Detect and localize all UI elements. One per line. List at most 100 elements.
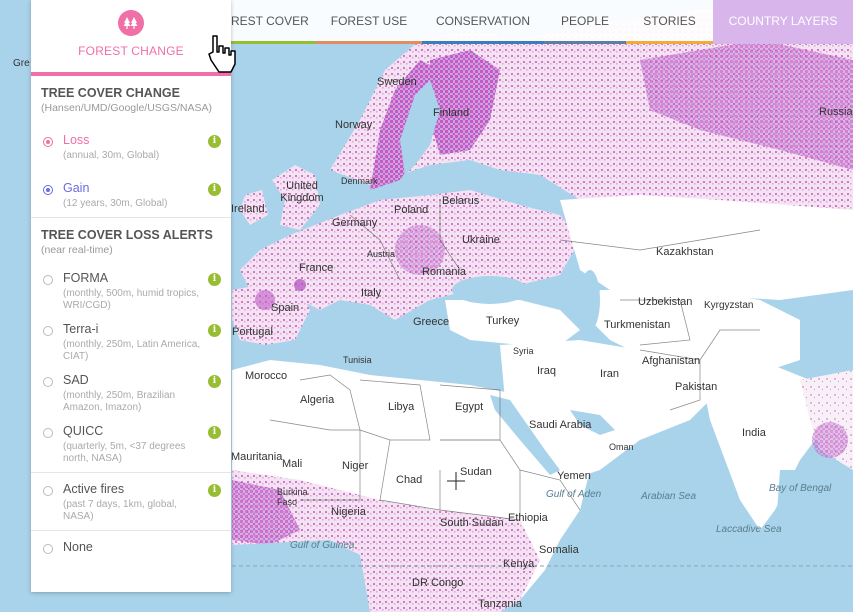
label-austria: Austria [367, 249, 396, 259]
label-poland: Poland [394, 204, 429, 216]
label-turkmenistan: Turkmenistan [604, 319, 671, 331]
tab-people[interactable]: PEOPLE [544, 0, 626, 44]
label-finland: Finland [433, 107, 470, 119]
label-gulf-of-guinea: Gulf of Guinea [290, 540, 355, 551]
label-united-kingdom: United Kingdom [280, 180, 324, 204]
info-icon[interactable]: i [208, 484, 221, 497]
label-niger: Niger [342, 460, 369, 472]
layer-terra-i[interactable]: Terra-i (monthly, 250m, Latin America, C… [31, 321, 231, 362]
radio-active-fires[interactable] [43, 486, 53, 496]
divider [31, 530, 231, 531]
label-iraq: Iraq [537, 365, 556, 377]
label-egypt: Egypt [455, 401, 484, 413]
label-italy: Italy [361, 287, 382, 299]
label-ukraine: Ukraine [462, 234, 500, 246]
layer-name-none: None [63, 540, 93, 554]
tab-stories[interactable]: STORIES [626, 0, 713, 44]
layer-name-terra-i: Terra-i [63, 322, 99, 336]
crosshair-icon [447, 472, 465, 490]
layer-desc-forma: (monthly, 500m, humid tropics, WRI/CGD) [63, 288, 199, 311]
label-morocco: Morocco [245, 370, 288, 382]
section-title-tree-cover-change: TREE COVER CHANGE [41, 86, 180, 100]
label-gulf-of-aden: Gulf of Aden [546, 489, 602, 500]
label-somalia: Somalia [539, 544, 579, 556]
label-germany: Germany [332, 217, 378, 229]
label-chad: Chad [396, 474, 423, 486]
info-icon[interactable]: i [208, 375, 221, 388]
info-icon[interactable]: i [208, 135, 221, 148]
label-oman: Oman [609, 442, 634, 452]
layer-sad[interactable]: SAD (monthly, 250m, Brazilian Amazon, Im… [31, 372, 231, 413]
label-turkey: Turkey [486, 315, 520, 327]
layer-name-gain: Gain [63, 180, 90, 195]
label-kenya: Kenya [503, 558, 535, 570]
layer-gain[interactable]: Gain (12 years, 30m, Global) i [31, 180, 231, 210]
label-ethiopia: Ethiopia [508, 512, 548, 524]
label-belarus: Belarus [442, 195, 480, 207]
top-nav: REST COVER FOREST USE CONSERVATION PEOPL… [231, 0, 853, 44]
layer-desc-quicc: (quarterly, 5m, <37 degrees north, NASA) [63, 441, 186, 464]
layer-name-sad: SAD [63, 373, 89, 387]
label-portugal: Portugal [232, 326, 273, 338]
panel-header-forest-change[interactable]: FOREST CHANGE [31, 0, 231, 76]
tab-conservation[interactable]: CONSERVATION [422, 0, 544, 44]
label-tunisia: Tunisia [343, 355, 372, 365]
label-ireland: Ireland [231, 203, 265, 215]
radio-loss[interactable] [43, 137, 53, 147]
radio-none[interactable] [43, 544, 53, 554]
layer-active-fires[interactable]: Active fires (past 7 days, 1km, global, … [31, 481, 231, 522]
layer-quicc[interactable]: QUICC (quarterly, 5m, <37 degrees north,… [31, 423, 231, 464]
info-icon[interactable]: i [208, 324, 221, 337]
section-subtitle-tree-cover-loss-alerts: (near real-time) [41, 244, 113, 256]
section-title-tree-cover-loss-alerts: TREE COVER LOSS ALERTS [41, 228, 213, 242]
hand-cursor-icon [208, 35, 236, 73]
label-pakistan: Pakistan [675, 381, 718, 393]
tab-forest-use[interactable]: FOREST USE [316, 0, 422, 44]
layer-desc-sad: (monthly, 250m, Brazilian Amazon, Imazon… [63, 390, 176, 413]
info-icon[interactable]: i [208, 182, 221, 196]
layer-name-forma: FORMA [63, 271, 109, 285]
label-mauritania: Mauritania [231, 451, 283, 463]
layer-desc-terra-i: (monthly, 250m, Latin America, CIAT) [63, 339, 201, 362]
layer-desc-gain: (12 years, 30m, Global) [63, 197, 168, 209]
label-burkina-faso: Burkina Faso [277, 487, 308, 507]
label-afghanistan: Afghanistan [642, 355, 701, 367]
label-kazakhstan: Kazakhstan [656, 246, 714, 258]
tab-country-layers[interactable]: COUNTRY LAYERS [713, 0, 853, 44]
radio-quicc[interactable] [43, 428, 53, 438]
layer-name-active-fires: Active fires [63, 482, 125, 496]
label-yemen: Yemen [557, 470, 591, 482]
label-kyrgyzstan: Kyrgyzstan [704, 300, 754, 311]
layer-desc-active-fires: (past 7 days, 1km, global, NASA) [63, 499, 177, 522]
label-south-sudan: South Sudan [440, 517, 504, 529]
trees-icon [118, 10, 144, 36]
radio-sad[interactable] [43, 377, 53, 387]
info-icon[interactable]: i [208, 426, 221, 439]
label-iran: Iran [600, 368, 619, 380]
radio-forma[interactable] [43, 275, 53, 285]
label-mali: Mali [282, 458, 303, 470]
label-uzbekistan: Uzbekistan [638, 296, 693, 308]
label-denmark: Denmark [341, 176, 378, 186]
label-saudi-arabia: Saudi Arabia [529, 419, 592, 431]
layer-name-quicc: QUICC [63, 424, 104, 438]
layer-loss[interactable]: Loss (annual, 30m, Global) i [31, 132, 231, 162]
label-spain: Spain [271, 302, 300, 314]
layer-panel: FOREST CHANGE TREE COVER CHANGE (Hansen/… [31, 0, 231, 592]
panel-title: FOREST CHANGE [78, 44, 184, 58]
label-syria: Syria [513, 346, 534, 356]
layer-forma[interactable]: FORMA (monthly, 500m, humid tropics, WRI… [31, 270, 231, 311]
label-bay-of-bengal: Bay of Bengal [769, 483, 832, 494]
layer-desc-loss: (annual, 30m, Global) [63, 150, 160, 161]
section-subtitle-tree-cover-change: (Hansen/UMD/Google/USGS/NASA) [41, 102, 212, 114]
radio-terra-i[interactable] [43, 326, 53, 336]
label-dr-congo: DR Congo [412, 577, 464, 589]
label-sweden: Sweden [377, 76, 417, 88]
radio-gain[interactable] [43, 184, 53, 195]
label-laccadive-sea: Laccadive Sea [716, 524, 782, 535]
label-france: France [299, 262, 334, 274]
label-greenland: Gre [13, 58, 30, 69]
label-russia: Russia [819, 106, 853, 118]
info-icon[interactable]: i [208, 273, 221, 286]
layer-none[interactable]: None [31, 539, 231, 556]
